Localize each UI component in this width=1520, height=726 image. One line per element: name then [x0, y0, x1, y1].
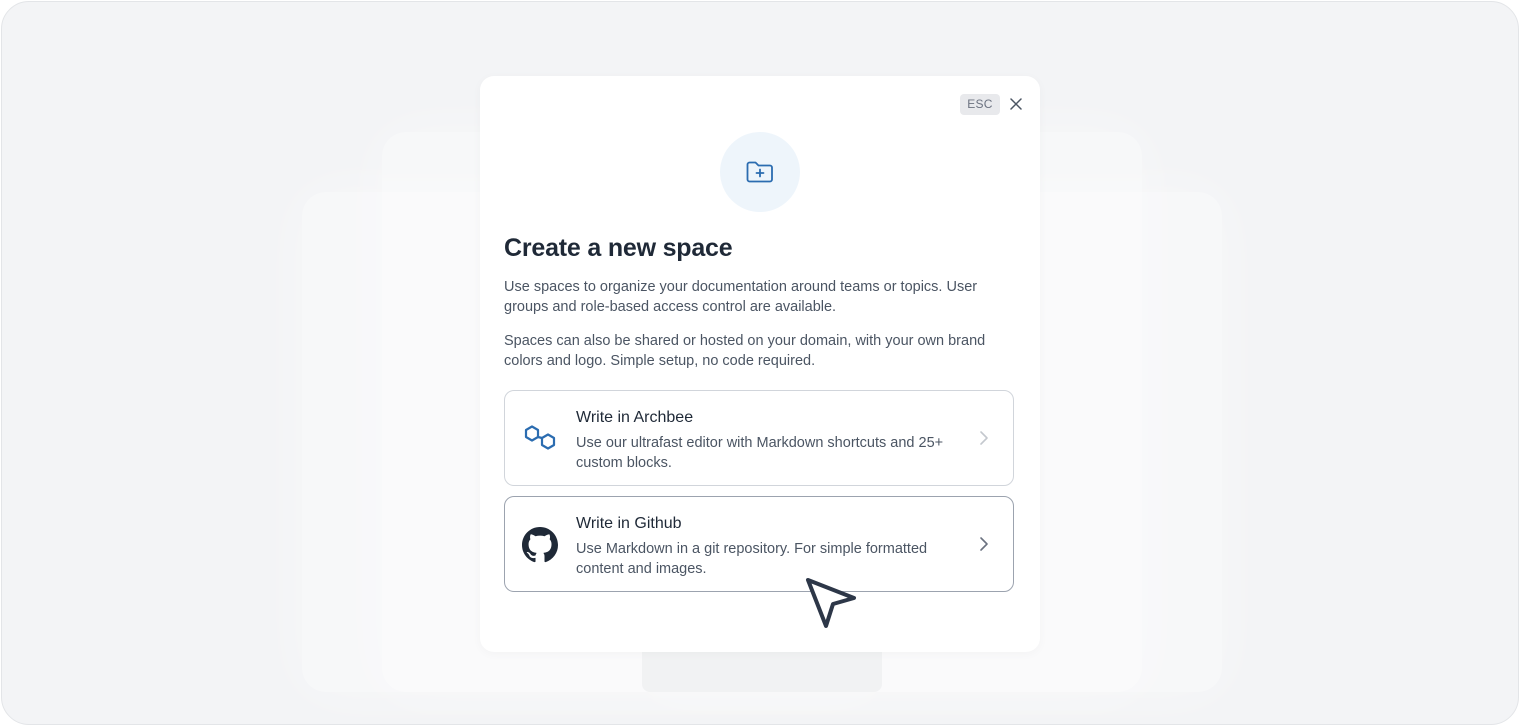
- chevron-right-icon: [975, 429, 993, 447]
- chevron-right-icon: [975, 535, 993, 553]
- github-icon: [521, 526, 559, 564]
- archbee-logo-icon: [521, 420, 559, 458]
- option-title: Write in Github: [576, 515, 682, 532]
- write-in-archbee-option[interactable]: Write in Archbee Use our ultrafast edito…: [504, 390, 1014, 486]
- write-in-github-option[interactable]: Write in Github Use Markdown in a git re…: [504, 496, 1014, 592]
- option-title: Write in Archbee: [576, 409, 694, 426]
- close-icon: [1010, 98, 1022, 110]
- close-button[interactable]: [1007, 95, 1025, 113]
- create-space-modal: ESC Create a new space Use spaces to org…: [480, 76, 1040, 652]
- folder-plus-icon: [746, 161, 773, 183]
- cursor-arrow-icon: [806, 578, 856, 628]
- option-description: Use Markdown in a git repository. For si…: [576, 541, 928, 577]
- option-description: Use our ultrafast editor with Markdown s…: [576, 435, 944, 471]
- modal-description-secondary: Spaces can also be shared or hosted on y…: [504, 333, 986, 369]
- esc-shortcut-badge: ESC: [960, 94, 1000, 115]
- hero-icon-circle: [720, 132, 800, 212]
- modal-title: Create a new space: [504, 234, 733, 262]
- modal-description: Use spaces to organize your documentatio…: [504, 279, 978, 315]
